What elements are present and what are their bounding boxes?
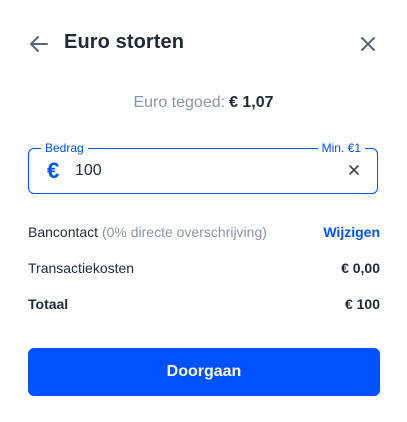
- amount-field-label: Bedrag: [41, 141, 88, 155]
- min-amount-label: Min. €1: [317, 141, 365, 155]
- change-payment-link[interactable]: Wijzigen: [323, 222, 380, 242]
- payment-method-note: (0% directe overschrijving): [101, 224, 267, 240]
- payment-method-label: Bancontact (0% directe overschrijving): [28, 222, 267, 242]
- fees-label: Transactiekosten: [28, 260, 135, 276]
- balance-label: Euro tegoed:: [133, 94, 226, 111]
- euro-icon: €: [47, 158, 60, 183]
- close-icon: [361, 37, 375, 51]
- page-title: Euro storten: [64, 31, 185, 53]
- back-button[interactable]: [28, 33, 50, 55]
- payment-method-row: Bancontact (0% directe overschrijving) W…: [28, 222, 380, 242]
- balance-display: Euro tegoed: € 1,07: [0, 94, 407, 112]
- fees-value: € 0,00: [341, 260, 380, 276]
- clear-amount-button[interactable]: [347, 163, 361, 177]
- clear-icon: [349, 165, 359, 175]
- amount-field[interactable]: Bedrag Min. €1 €: [28, 141, 378, 194]
- balance-amount: € 1,07: [229, 94, 274, 111]
- header: Euro storten: [0, 0, 407, 88]
- total-label: Totaal: [28, 296, 69, 312]
- total-value: € 100: [344, 296, 380, 312]
- continue-button[interactable]: Doorgaan: [28, 348, 380, 396]
- amount-input[interactable]: [75, 159, 315, 183]
- total-row: Totaal € 100: [28, 294, 380, 314]
- close-button[interactable]: [358, 34, 378, 54]
- arrow-left-icon: [30, 36, 48, 52]
- payment-method-name: Bancontact: [28, 224, 99, 240]
- fees-row: Transactiekosten € 0,00: [28, 258, 380, 278]
